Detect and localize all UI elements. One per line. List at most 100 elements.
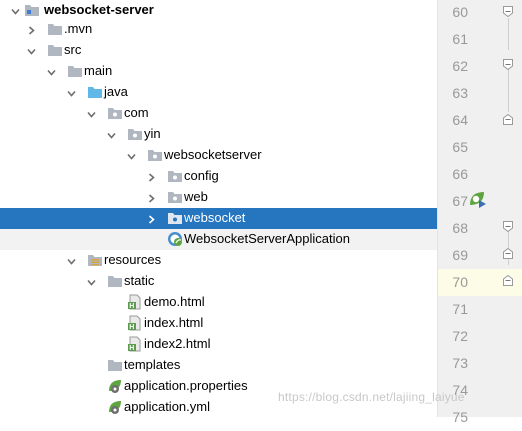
fold-collapse-icon[interactable] bbox=[503, 4, 513, 18]
watermark: https://blog.csdn.net/lajiing_laiyue bbox=[278, 390, 465, 404]
folder-icon bbox=[107, 273, 123, 289]
tree-item-label: index2.html bbox=[144, 336, 211, 351]
html-file-icon: H bbox=[127, 336, 143, 352]
chevron-down-icon[interactable] bbox=[10, 5, 21, 16]
tree-item-label: config bbox=[184, 168, 219, 183]
line-number: 73 bbox=[452, 355, 468, 371]
tree-item-index-html[interactable]: Hindex.html bbox=[0, 313, 437, 334]
svg-text:H: H bbox=[129, 345, 134, 352]
package-icon bbox=[167, 189, 183, 205]
spring-boot-class-icon bbox=[167, 231, 183, 247]
folder-icon bbox=[47, 21, 63, 37]
tree-item-label: WebsocketServerApplication bbox=[184, 231, 350, 246]
svg-text:H: H bbox=[129, 303, 134, 310]
package-icon bbox=[107, 105, 123, 121]
tree-item-label: java bbox=[104, 84, 128, 99]
tree-item-demo-html[interactable]: Hdemo.html bbox=[0, 292, 437, 313]
chevron-down-icon[interactable] bbox=[126, 150, 137, 161]
spring-config-file-icon bbox=[107, 378, 123, 394]
spring-run-gutter-icon[interactable] bbox=[468, 189, 488, 214]
chevron-down-icon[interactable] bbox=[86, 108, 97, 119]
tree-item-label: templates bbox=[124, 357, 181, 372]
line-number: 72 bbox=[452, 328, 468, 344]
chevron-down-icon[interactable] bbox=[46, 66, 57, 77]
chevron-down-icon[interactable] bbox=[66, 255, 77, 266]
tree-item-java[interactable]: java bbox=[0, 82, 437, 103]
tree-item-label: web bbox=[184, 189, 208, 204]
tree-item-label: resources bbox=[104, 252, 162, 267]
fold-collapse-icon[interactable] bbox=[503, 219, 513, 233]
tree-item-label: application.properties bbox=[124, 378, 248, 393]
chevron-down-icon[interactable] bbox=[66, 87, 77, 98]
tree-item-resources[interactable]: resources bbox=[0, 250, 437, 271]
fold-end-icon[interactable] bbox=[503, 112, 513, 125]
tree-item-config[interactable]: config bbox=[0, 166, 437, 187]
fold-collapse-icon[interactable] bbox=[503, 57, 513, 71]
tree-item-label: application.yml bbox=[124, 399, 210, 414]
fold-guide bbox=[508, 68, 509, 112]
tree-item-label: index.html bbox=[144, 315, 204, 330]
spring-config-file-icon bbox=[107, 399, 123, 415]
chevron-down-icon[interactable] bbox=[26, 45, 37, 56]
tree-item-label: websocket-server bbox=[44, 2, 154, 17]
chevron-right-icon[interactable] bbox=[146, 213, 157, 224]
tree-item-label: demo.html bbox=[144, 294, 205, 309]
tree-item-websocketserver[interactable]: websocketserver bbox=[0, 145, 437, 166]
line-number: 65 bbox=[452, 139, 468, 155]
tree-item-label: .mvn bbox=[64, 21, 93, 36]
package-icon bbox=[167, 210, 183, 226]
fold-guide bbox=[508, 18, 509, 50]
line-number: 60 bbox=[452, 4, 468, 20]
chevron-right-icon[interactable] bbox=[146, 192, 157, 203]
tree-item-label: com bbox=[124, 105, 149, 120]
tree-item-label: websocket bbox=[184, 210, 246, 225]
module-folder-icon bbox=[24, 2, 40, 18]
folder-icon bbox=[67, 63, 83, 79]
package-icon bbox=[147, 147, 163, 163]
tree-item-websocket[interactable]: websocket bbox=[0, 208, 437, 229]
tree-item-label: static bbox=[124, 273, 155, 288]
tree-item-label: yin bbox=[144, 126, 161, 141]
html-file-icon: H bbox=[127, 315, 143, 331]
folder-icon bbox=[47, 42, 63, 58]
line-number: 69 bbox=[452, 247, 468, 263]
folder-icon bbox=[107, 357, 123, 373]
tree-item-static[interactable]: static bbox=[0, 271, 437, 292]
tree-item-main[interactable]: main bbox=[0, 61, 437, 82]
tree-item-src[interactable]: src bbox=[0, 40, 437, 61]
line-number: 70 bbox=[452, 274, 468, 290]
tree-item-label: websocketserver bbox=[164, 147, 262, 162]
tree-item-label: main bbox=[84, 63, 113, 78]
source-root-folder-icon bbox=[87, 84, 103, 100]
line-number: 62 bbox=[452, 58, 468, 74]
line-number: 61 bbox=[452, 31, 468, 47]
fold-end-icon[interactable] bbox=[503, 273, 513, 286]
chevron-right-icon[interactable] bbox=[26, 24, 37, 35]
chevron-down-icon[interactable] bbox=[86, 276, 97, 287]
project-tree: websocket-server .mvn src main java com yin web… bbox=[0, 0, 437, 417]
line-number: 68 bbox=[452, 220, 468, 236]
tree-item-websocketserverapplication[interactable]: WebsocketServerApplication bbox=[0, 229, 437, 250]
tree-item-websocket-server[interactable]: websocket-server bbox=[0, 0, 437, 21]
line-number: 71 bbox=[452, 301, 468, 317]
tree-item-web[interactable]: web bbox=[0, 187, 437, 208]
line-number: 64 bbox=[452, 112, 468, 128]
tree-item-yin[interactable]: yin bbox=[0, 124, 437, 145]
tree-item-com[interactable]: com bbox=[0, 103, 437, 124]
line-number: 66 bbox=[452, 166, 468, 182]
resources-folder-icon bbox=[87, 252, 103, 268]
html-file-icon: H bbox=[127, 294, 143, 310]
tree-item-label: src bbox=[64, 42, 82, 57]
package-icon bbox=[167, 168, 183, 184]
line-number: 63 bbox=[452, 85, 468, 101]
package-icon bbox=[127, 126, 143, 142]
fold-end-icon[interactable] bbox=[503, 246, 513, 259]
tree-item-mvn[interactable]: .mvn bbox=[0, 19, 437, 40]
chevron-right-icon[interactable] bbox=[146, 171, 157, 182]
chevron-down-icon[interactable] bbox=[106, 129, 117, 140]
line-number: 67 bbox=[452, 193, 468, 209]
svg-text:H: H bbox=[129, 324, 134, 331]
tree-item-index2-html[interactable]: Hindex2.html bbox=[0, 334, 437, 355]
line-number: 75 bbox=[452, 409, 468, 425]
tree-item-templates[interactable]: templates bbox=[0, 355, 437, 376]
